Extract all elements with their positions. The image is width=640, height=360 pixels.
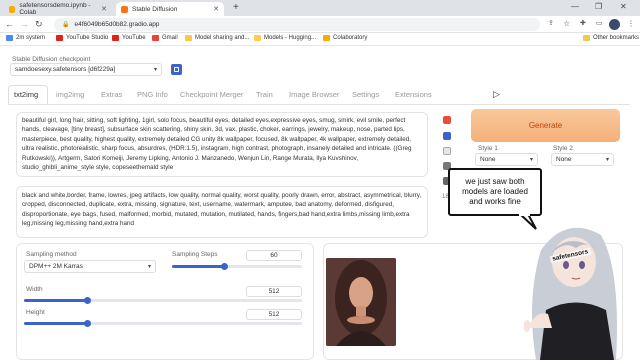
slider-fill [24,322,88,325]
tab-checkpoint-merger[interactable]: Checkpoint Merger [180,90,243,99]
lock-icon: 🔒 [62,22,70,28]
forward-icon[interactable]: → [20,19,29,29]
refresh-checkpoint-button[interactable] [171,64,182,75]
share-icon[interactable]: ⇪ [548,19,554,27]
height-input[interactable]: 512 [246,309,302,320]
slider-fill [24,299,88,302]
close-icon[interactable]: ✕ [101,5,107,13]
tab-img2img[interactable]: img2img [56,90,84,99]
bookmark-item[interactable]: Gmail [152,35,178,41]
gradio-favicon-icon [121,5,128,13]
star-icon[interactable]: ☆ [563,19,570,28]
bookmark-icon [6,35,13,41]
colab-favicon-icon [9,5,16,13]
tab-train[interactable]: Train [256,90,273,99]
width-label: Width [26,286,43,293]
tab-settings[interactable]: Settings [352,90,379,99]
close-icon[interactable]: ✕ [213,5,219,13]
slider-handle[interactable] [220,263,228,270]
chevron-down-icon: ▾ [605,157,609,163]
slider-fill [172,265,224,268]
style1-select[interactable]: None ▾ [475,153,538,166]
tab-title: Stable Diffusion [132,5,178,13]
generate-button[interactable]: Generate [471,109,620,142]
tab-stable-diffusion[interactable]: Stable Diffusion ✕ [116,2,224,16]
tab-extras[interactable]: Extras [101,90,122,99]
stable-diffusion-app: Stable Diffusion checkpoint samdoesexy.s… [0,46,640,360]
bookmark-item[interactable]: Models - Hugging... [254,35,316,41]
checkpoint-select[interactable]: samdoesexy.safetensors [d6f229a] ▾ [10,63,162,76]
chevron-down-icon: ▾ [153,67,157,73]
bookmark-icon [185,35,192,41]
url-text: e4f6049b65d0b82.gradio.app [74,21,160,28]
folder-icon [583,35,590,41]
style2-label: Style 2 [553,145,573,152]
positive-prompt-text: beautiful girl, long hair, sitting, soft… [22,117,412,172]
tab-extensions[interactable]: Extensions [395,90,432,99]
generate-label: Generate [528,121,563,130]
sidebar-icon[interactable]: ▭ [596,19,603,27]
paste-icon[interactable] [443,116,451,124]
back-icon[interactable]: ← [5,19,14,29]
clear-prompt-icon[interactable] [443,147,451,155]
width-input[interactable]: 512 [246,286,302,297]
height-slider[interactable] [24,320,302,327]
youtube-icon [56,35,63,41]
restore-icon[interactable]: ❐ [595,2,602,11]
style2-select[interactable]: None ▾ [551,153,614,166]
menu-icon[interactable]: ⋮ [627,19,635,28]
new-tab-button[interactable]: + [233,2,239,13]
chevron-down-icon: ▾ [529,157,533,163]
youtube-icon [112,35,119,41]
tab-divider [8,104,630,105]
tab-png-info[interactable]: PNG Info [137,90,168,99]
sampling-steps-label: Sampling Steps [172,251,218,258]
speech-text: we just saw both models are loaded and w… [462,177,528,206]
style1-label: Style 1 [478,145,498,152]
width-slider[interactable] [24,297,302,304]
character-illustration [524,227,617,360]
bookmark-item[interactable]: YouTube [112,35,146,41]
speech-bubble: we just saw both models are loaded and w… [448,168,542,216]
sampling-method-select[interactable]: DPM++ 2M Karras ▾ [24,260,156,273]
read-params-icon[interactable] [443,132,451,140]
speech-bubble-tail [518,214,537,230]
tab-image-browser[interactable]: Image Browser [289,90,339,99]
checkpoint-label: Stable Diffusion checkpoint [12,56,91,63]
sampling-method-label: Sampling method [26,251,77,258]
avatar[interactable] [609,19,620,30]
refresh-icon [174,67,179,72]
tab-title: safetensorsdemo.ipynb - Colab [19,2,91,16]
colab-icon [323,35,330,41]
bookmarks-bar: 2m system YouTube Studio YouTube Gmail M… [0,33,640,46]
sampling-steps-slider[interactable] [172,263,302,270]
chevron-down-icon: ▾ [147,264,151,270]
tab-colab[interactable]: safetensorsdemo.ipynb - Colab ✕ [4,2,112,16]
browser-tab-bar: safetensorsdemo.ipynb - Colab ✕ Stable D… [0,0,640,16]
window-close-icon[interactable]: ✕ [620,2,627,11]
gmail-icon [152,35,159,41]
address-bar-row: ← → ↻ 🔒 e4f6049b65d0b82.gradio.app ⇪ ☆ ✚… [0,16,640,33]
mouse-cursor-icon: ▷ [493,89,500,99]
height-label: Height [26,309,45,316]
bookmark-item[interactable]: 2m system [6,35,45,41]
sampling-steps-input[interactable]: 60 [246,250,302,261]
bookmark-item[interactable]: YouTube Studio [56,35,108,41]
hugging-face-icon [254,35,261,41]
other-bookmarks[interactable]: Other bookmarks [583,35,639,41]
extensions-icon[interactable]: ✚ [580,19,586,27]
bookmark-item[interactable]: Colaboratory [323,35,367,41]
reload-icon[interactable]: ↻ [35,19,43,30]
minimize-icon[interactable]: — [571,2,579,11]
bookmark-item[interactable]: Model sharing and... [185,35,249,41]
negative-prompt-text: black and white,border, frame, lowres, j… [22,192,422,228]
portrait-image [326,258,396,346]
generated-image[interactable] [326,258,396,346]
tab-txt2img[interactable]: txt2img [14,90,38,99]
url-field[interactable]: 🔒 e4f6049b65d0b82.gradio.app [54,18,540,31]
